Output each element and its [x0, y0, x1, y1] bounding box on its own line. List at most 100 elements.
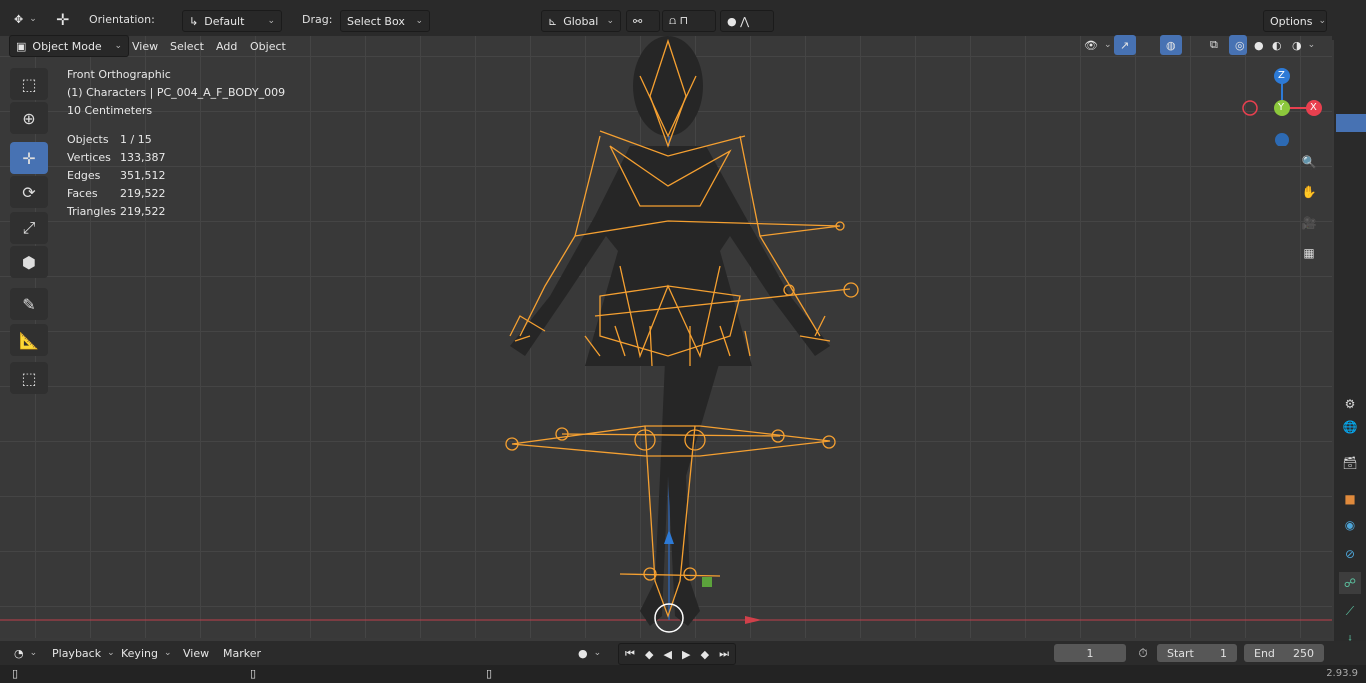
menu-object[interactable]: Object	[244, 36, 292, 56]
snap-toggle[interactable]: ⩍ ⊓	[662, 10, 716, 32]
overlay-icon: ◍	[1166, 38, 1176, 52]
mode-dropdown[interactable]: ▣ Object Mode ⌄	[9, 35, 129, 57]
wireframe-icon: ◎	[1235, 38, 1245, 52]
gizmo-y-label: Y	[1278, 102, 1285, 113]
shading-rendered[interactable]: ◑ ⌄	[1286, 35, 1321, 55]
bone-icon: ⟋	[1345, 603, 1355, 618]
orientation-label: Orientation:	[89, 13, 155, 26]
collection-icon: 🗃	[1342, 456, 1358, 470]
select-box-icon: ⬚	[21, 74, 37, 94]
view-name: Front Orthographic	[67, 68, 171, 81]
xray-icon: ⧉	[1210, 38, 1218, 51]
shading-wireframe[interactable]: ◎	[1229, 35, 1247, 55]
x-axis-arrow	[745, 616, 762, 624]
armature-icon: ☍	[1343, 576, 1357, 590]
collection-name: (1) Characters | PC_004_A_F_BODY_009	[67, 86, 286, 99]
version-label: 2.93.9	[1326, 668, 1358, 679]
constraints-tab[interactable]: ⊘	[1339, 543, 1361, 565]
add-cube-tool[interactable]: ⬚	[10, 362, 48, 394]
options-dropdown[interactable]: Options ⌄	[1263, 10, 1327, 32]
play-icon[interactable]: ▶	[682, 648, 690, 661]
current-frame-field[interactable]: 1	[1054, 644, 1126, 662]
auto-keying-toggle[interactable]: ● ⌄	[572, 643, 607, 663]
measure-icon: 📐	[19, 330, 39, 350]
measure-tool[interactable]: 📐	[10, 324, 48, 356]
play-reverse-icon[interactable]: ◀	[664, 648, 672, 661]
zoom-icon: 🔍	[1301, 155, 1317, 169]
scale-tool[interactable]: ⤢	[10, 212, 48, 244]
physics-tab[interactable]: ◉	[1339, 514, 1361, 536]
menu-playback[interactable]: Playback ⌄	[46, 643, 121, 663]
gizmo-x-label: X	[1310, 102, 1317, 113]
orientation-dropdown[interactable]: ↳ Default ⌄	[182, 10, 282, 32]
xray-toggle[interactable]: ⧉	[1204, 35, 1224, 55]
clock-icon: ◔	[14, 646, 24, 660]
gizmo-toggle[interactable]: ↗	[1114, 35, 1136, 55]
move-tool[interactable]: ✛	[10, 142, 48, 174]
shading-material[interactable]: ◐	[1266, 35, 1288, 55]
bone-tab[interactable]: ⟋	[1339, 600, 1361, 622]
material-icon: ◐	[1272, 38, 1282, 52]
timeline-editor-button[interactable]: ◔ ⌄	[8, 643, 43, 663]
transform-orientation-dropdown[interactable]: ⊾ Global ⌄	[541, 10, 621, 32]
overlay-toggle[interactable]: ◍	[1160, 35, 1182, 55]
mouse-right-icon: ▯	[486, 667, 493, 680]
record-icon: ●	[578, 646, 588, 660]
axis-icon: ⊾	[548, 14, 558, 28]
menu-select[interactable]: Select	[164, 36, 210, 56]
proportional-edit-toggle[interactable]: ● ⋀	[720, 10, 774, 32]
constraint-icon: ⊘	[1344, 547, 1356, 561]
outliner-highlight	[1336, 114, 1366, 132]
stat-edges: Edges 351,512	[67, 169, 166, 182]
start-frame-field[interactable]: Start 1	[1157, 644, 1237, 662]
transform-tool[interactable]: ⬢	[10, 246, 48, 278]
select-box-tool[interactable]: ⬚	[10, 68, 48, 100]
timeline-header: ◔ ⌄ Playback ⌄ Keying ⌄ View Marker ● ⌄ ⏮ ◆ …	[0, 641, 1366, 665]
editor-type-button[interactable]: ✥ ⌄	[8, 9, 43, 29]
menu-marker[interactable]: Marker	[217, 643, 267, 663]
drag-dropdown[interactable]: Select Box ⌄	[340, 10, 430, 32]
mouse-middle-icon: ▯	[250, 667, 257, 680]
stat-triangles: Triangles 219,522	[67, 205, 166, 218]
hand-icon: ✋	[1301, 185, 1317, 199]
transform-icon: ⬢	[22, 252, 36, 272]
menu-add[interactable]: Add	[210, 36, 243, 56]
prev-keyframe-icon[interactable]: ◆	[645, 648, 653, 661]
pivot-point-dropdown[interactable]: ⚯	[626, 10, 660, 32]
move-tool-icon[interactable]: ✛	[50, 9, 75, 29]
world-tab[interactable]: 🌐	[1339, 416, 1361, 438]
solid-icon: ●	[1254, 38, 1264, 52]
annotate-icon: ✎	[22, 294, 36, 314]
physics-icon: ◉	[1344, 518, 1356, 532]
armature-tab[interactable]: ☍	[1339, 572, 1361, 594]
menu-view[interactable]: View	[126, 36, 164, 56]
visibility-dropdown[interactable]: 👁 ⌄	[1078, 35, 1118, 55]
next-keyframe-icon[interactable]: ◆	[701, 648, 709, 661]
jump-end-icon[interactable]: ⏭	[719, 647, 729, 661]
cursor-tool[interactable]: ⊕	[10, 102, 48, 134]
playback-controls[interactable]: ⏮ ◆ ◀ ▶ ◆ ⏭	[618, 643, 736, 665]
cursor-icon: ⊕	[22, 108, 36, 128]
ortho-toggle[interactable]: ▦	[1298, 242, 1320, 264]
camera-button[interactable]: 🎥	[1298, 212, 1320, 234]
end-frame-field[interactable]: End 250	[1244, 644, 1324, 662]
pan-button[interactable]: ✋	[1298, 181, 1320, 203]
drag-label: Drag:	[302, 13, 333, 26]
rendered-icon: ◑	[1292, 38, 1302, 52]
world-icon: 🌐	[1342, 420, 1358, 434]
jump-start-icon[interactable]: ⏮	[625, 647, 635, 661]
collection-tab[interactable]: 🗃	[1339, 452, 1361, 474]
stopwatch-icon: ⏱	[1138, 645, 1148, 660]
rotate-tool[interactable]: ⟳	[10, 176, 48, 208]
zoom-button[interactable]: 🔍	[1298, 151, 1320, 173]
add-cube-icon: ⬚	[21, 368, 37, 388]
status-bar: ▯ ▯ ▯ 2.93.9	[0, 665, 1366, 683]
scale-icon: ⤢	[22, 218, 36, 237]
menu-timeline-view[interactable]: View	[177, 643, 215, 663]
menu-keying[interactable]: Keying ⌄	[115, 643, 178, 663]
tool-tab[interactable]: ⚙	[1339, 393, 1361, 415]
annotate-tool[interactable]: ✎	[10, 288, 48, 320]
object-tab[interactable]: ■	[1339, 488, 1361, 510]
stat-vertices: Vertices 133,387	[67, 151, 166, 164]
preview-range-toggle[interactable]: ⏱	[1132, 642, 1154, 664]
